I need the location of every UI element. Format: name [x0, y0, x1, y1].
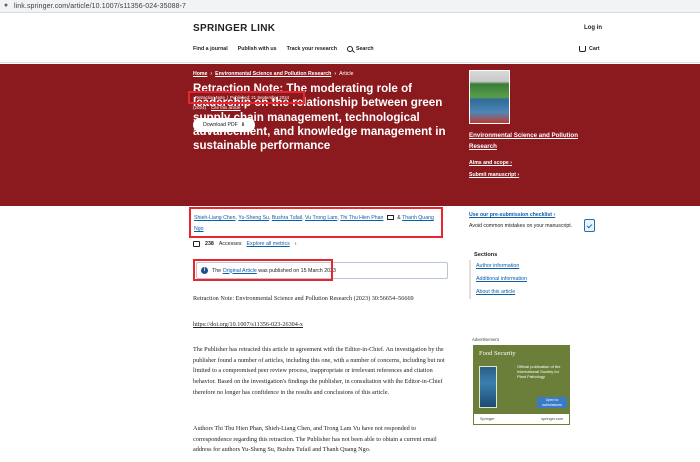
section-link-about-article[interactable]: About this article: [471, 286, 599, 299]
login-link[interactable]: Log in: [584, 25, 602, 31]
author-separator: ,: [268, 215, 271, 221]
accesses-label: Accesses: [218, 241, 242, 247]
cart-button[interactable]: Cart: [579, 46, 600, 52]
url-text[interactable]: link.springer.com/article/10.1007/s11356…: [14, 3, 186, 10]
author-link[interactable]: Bushra Tufail: [272, 215, 302, 221]
cart-label: Cart: [589, 46, 600, 52]
sections-nav: Author information Additional informatio…: [469, 260, 599, 299]
breadcrumb-separator: ›: [334, 71, 337, 77]
author-link[interactable]: Vu Trong Lam: [305, 215, 337, 221]
breadcrumb-journal[interactable]: Environmental Science and Pollution Rese…: [215, 71, 331, 77]
article-meta-line: (2024) Cite this article: [193, 105, 241, 110]
ad-button[interactable]: Open to submissions: [537, 397, 567, 408]
retraction-heading: Retraction Note: Environmental Science a…: [193, 295, 414, 302]
checklist-icon: [584, 219, 595, 232]
browser-url-bar[interactable]: ● link.springer.com/article/10.1007/s113…: [0, 0, 700, 13]
submit-manuscript-link[interactable]: Submit manuscript ›: [469, 172, 519, 178]
track-research-link[interactable]: Track your research: [287, 46, 337, 52]
download-pdf-label: Download PDF: [202, 122, 238, 128]
retraction-paragraph: The Publisher has retracted this article…: [193, 346, 445, 396]
chevron-right-icon: ›: [294, 241, 297, 247]
ad-text: Official publication of the Internationa…: [517, 364, 561, 379]
aims-scope-link[interactable]: Aims and scope ›: [469, 160, 512, 166]
section-link-additional-information[interactable]: Additional information: [471, 273, 599, 286]
download-icon: ⬇: [240, 122, 246, 128]
search-label: Search: [355, 46, 374, 52]
article-meta-highlight: Retraction Note | Published: 21 Septembe…: [188, 91, 305, 104]
cite-article-link[interactable]: Cite this article: [211, 105, 241, 110]
article-year: (2024): [193, 105, 207, 110]
site-header: SPRINGER LINK Log in Find a journal Publ…: [0, 13, 700, 63]
aims-scope-label: Aims and scope: [469, 160, 509, 166]
advertisement-banner[interactable]: Food Security Official publication of th…: [473, 345, 570, 425]
explore-metrics-link[interactable]: Explore all metrics: [247, 241, 290, 247]
advertisement-label: Advertisement: [472, 337, 499, 342]
sections-heading: Sections: [474, 252, 498, 258]
author-separator: ,: [337, 215, 339, 221]
search-button[interactable]: Search: [346, 46, 374, 52]
ad-footer: Springer springer.com: [473, 413, 570, 425]
main-nav: Find a journal Publish with us Track you…: [193, 46, 374, 52]
checklist-link-label: Use our pre-submission checklist: [469, 212, 553, 218]
meta-separator: |: [226, 95, 228, 100]
author-amp: &: [397, 215, 401, 221]
journal-cover-image[interactable]: [469, 70, 510, 124]
journal-title-link[interactable]: Environmental Science and Pollution Rese…: [469, 131, 599, 152]
author-link[interactable]: Yu-Sheng Su: [238, 215, 269, 221]
article-metrics: 238 Accesses Explore all metrics ›: [193, 241, 297, 247]
email-icon[interactable]: [386, 215, 394, 221]
checklist-description: Avoid common mistakes on your manuscript…: [469, 223, 573, 229]
breadcrumb-separator: ›: [210, 71, 213, 77]
metrics-icon: [193, 241, 200, 247]
lock-icon: ●: [3, 2, 9, 9]
checklist-link[interactable]: Use our pre-submission checklist ›: [469, 212, 555, 218]
author-separator: ,: [235, 215, 237, 221]
author-separator: ,: [302, 215, 304, 221]
author-link[interactable]: Shieh-Liang Chen: [194, 215, 236, 221]
published-date: Published: 21 September 2024: [229, 95, 289, 100]
retraction-paragraph: Authors Thi Thu Hien Phan, Shieh-Liang C…: [193, 425, 437, 454]
ad-site: springer.com: [541, 417, 563, 421]
submit-manuscript-label: Submit manuscript: [469, 172, 516, 178]
publish-with-us-link[interactable]: Publish with us: [238, 46, 277, 52]
breadcrumb-current: Article: [339, 71, 354, 77]
doi-link[interactable]: https://doi.org/10.1007/s11356-023-26304…: [193, 320, 455, 331]
ad-title: Food Security: [479, 350, 516, 357]
breadcrumb-home[interactable]: Home: [193, 71, 207, 77]
breadcrumb: Home › Environmental Science and Polluti…: [193, 71, 354, 77]
search-icon: [346, 46, 353, 52]
find-journal-link[interactable]: Find a journal: [193, 46, 228, 52]
notice-highlight: [193, 259, 333, 281]
article-hero: Home › Environmental Science and Polluti…: [0, 64, 700, 206]
accesses-count: 238: [205, 241, 214, 247]
cart-icon: [579, 46, 586, 52]
author-list: Shieh-Liang Chen, Yu-Sheng Su, Bushra Tu…: [189, 207, 443, 238]
ad-brand: Springer: [480, 417, 495, 421]
ad-book-cover: [479, 366, 497, 408]
section-link-author-information[interactable]: Author information: [471, 260, 599, 273]
author-link[interactable]: Thi Thu Hien Phan: [340, 215, 383, 221]
springer-link-logo[interactable]: SPRINGER LINK: [193, 23, 275, 34]
article-type: Retraction Note: [195, 95, 225, 100]
download-pdf-button[interactable]: Download PDF ⬇: [193, 118, 255, 132]
